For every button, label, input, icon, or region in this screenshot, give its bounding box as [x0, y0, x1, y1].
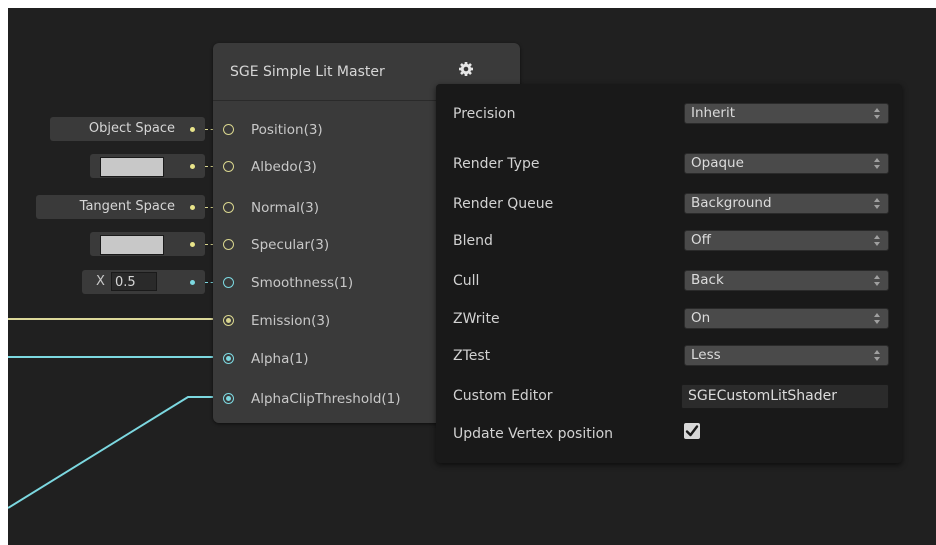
- port-label: Emission(3): [251, 313, 331, 329]
- port-label: Alpha(1): [251, 351, 309, 367]
- dropdown-value: Less: [691, 347, 721, 363]
- port-label: Position(3): [251, 122, 323, 138]
- setting-label: ZWrite: [453, 311, 500, 327]
- setting-label: Blend: [453, 233, 493, 249]
- precision-dropdown[interactable]: Inherit: [684, 103, 889, 124]
- port-specular-circle[interactable]: [223, 239, 234, 250]
- smoothness-input-port[interactable]: [190, 280, 195, 285]
- setting-label: Render Queue: [453, 196, 554, 212]
- chevron-up-down-icon: [874, 158, 880, 169]
- port-label: AlphaClipThreshold(1): [251, 391, 401, 407]
- node-settings-panel: Precision Inherit Render Type Opaque Ren…: [436, 84, 902, 463]
- dropdown-value: Inherit: [691, 105, 735, 121]
- setting-label: ZTest: [453, 348, 491, 364]
- gear-icon[interactable]: [458, 61, 474, 77]
- albedo-input-port[interactable]: [190, 164, 195, 169]
- port-alpha-circle[interactable]: [223, 353, 234, 364]
- edge-alpha-clip[interactable]: [8, 396, 230, 509]
- chevron-up-down-icon: [874, 350, 880, 361]
- setting-blend: Blend Off: [436, 230, 902, 254]
- chevron-up-down-icon: [874, 275, 880, 286]
- port-label: Smoothness(1): [251, 275, 354, 291]
- chevron-up-down-icon: [874, 313, 880, 324]
- specular-color-field[interactable]: [90, 232, 205, 256]
- chevron-up-down-icon: [874, 108, 880, 119]
- setting-render-queue: Render Queue Background: [436, 193, 902, 217]
- normal-input-port[interactable]: [190, 205, 195, 210]
- setting-label: Cull: [453, 273, 480, 289]
- custom-editor-value: SGECustomLitShader: [688, 388, 837, 404]
- setting-label: Custom Editor: [453, 388, 553, 404]
- ztest-dropdown[interactable]: Less: [684, 345, 889, 366]
- chevron-up-down-icon: [874, 198, 880, 209]
- port-smoothness-circle[interactable]: [223, 277, 234, 288]
- setting-update-vertex-position: Update Vertex position: [436, 423, 902, 447]
- smoothness-field[interactable]: X 0.5: [82, 270, 205, 294]
- position-space-value: Object Space: [88, 121, 175, 136]
- port-label: Normal(3): [251, 200, 319, 216]
- normal-space-value: Tangent Space: [79, 199, 175, 214]
- cull-dropdown[interactable]: Back: [684, 270, 889, 291]
- render-type-dropdown[interactable]: Opaque: [684, 153, 889, 174]
- position-input-port[interactable]: [190, 127, 195, 132]
- node-title: SGE Simple Lit Master: [230, 64, 385, 80]
- custom-editor-input[interactable]: SGECustomLitShader: [681, 384, 889, 409]
- specular-input-port[interactable]: [190, 242, 195, 247]
- setting-label: Update Vertex position: [453, 426, 614, 442]
- chevron-up-down-icon: [874, 235, 880, 246]
- dropdown-value: Back: [691, 272, 724, 288]
- albedo-color-swatch[interactable]: [100, 157, 164, 177]
- position-space-field[interactable]: Object Space: [50, 117, 205, 141]
- port-emission-circle[interactable]: [223, 315, 234, 326]
- setting-zwrite: ZWrite On: [436, 308, 902, 332]
- dropdown-value: Background: [691, 195, 772, 211]
- dropdown-value: On: [691, 310, 711, 326]
- setting-label: Precision: [453, 106, 516, 122]
- zwrite-dropdown[interactable]: On: [684, 308, 889, 329]
- dropdown-value: Opaque: [691, 155, 744, 171]
- smoothness-axis-label: X: [96, 274, 105, 289]
- setting-cull: Cull Back: [436, 270, 902, 294]
- render-queue-dropdown[interactable]: Background: [684, 193, 889, 214]
- setting-custom-editor: Custom Editor SGECustomLitShader: [436, 384, 902, 409]
- setting-render-type: Render Type Opaque: [436, 153, 902, 177]
- specular-color-swatch[interactable]: [100, 235, 164, 255]
- port-label: Specular(3): [251, 237, 330, 253]
- setting-precision: Precision Inherit: [436, 103, 902, 127]
- smoothness-value-input[interactable]: 0.5: [111, 272, 157, 291]
- setting-label: Render Type: [453, 156, 540, 172]
- port-albedo-circle[interactable]: [223, 161, 234, 172]
- blend-dropdown[interactable]: Off: [684, 230, 889, 251]
- port-normal-circle[interactable]: [223, 202, 234, 213]
- setting-ztest: ZTest Less: [436, 345, 902, 369]
- update-vertex-position-checkbox[interactable]: [684, 423, 700, 439]
- port-alpha-clip-threshold-circle[interactable]: [223, 393, 234, 404]
- checkmark-icon: [685, 425, 699, 437]
- port-position-circle[interactable]: [223, 124, 234, 135]
- dropdown-value: Off: [691, 232, 711, 248]
- normal-space-field[interactable]: Tangent Space: [36, 195, 205, 219]
- albedo-color-field[interactable]: [90, 154, 205, 178]
- graph-canvas[interactable]: Object Space Tangent Space X 0.5 SGE Sim…: [8, 8, 936, 545]
- port-label: Albedo(3): [251, 159, 317, 175]
